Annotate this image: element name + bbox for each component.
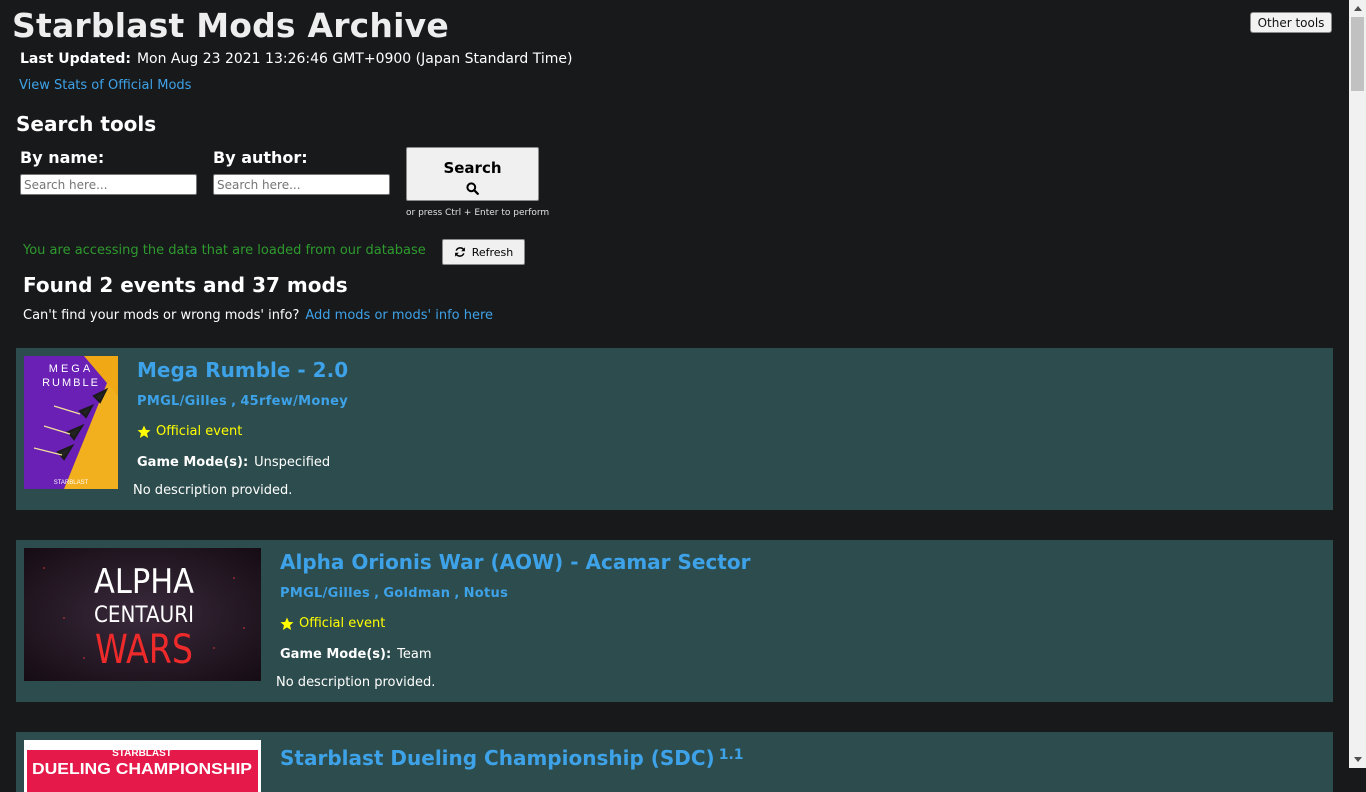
- mod-title-link[interactable]: Alpha Orionis War (AOW) - Acamar Sector: [280, 550, 750, 574]
- results-count: Found 2 events and 37 mods: [23, 273, 348, 297]
- refresh-button[interactable]: Refresh: [442, 239, 525, 265]
- last-updated: Last Updated: Mon Aug 23 2021 13:26:46 GM…: [20, 51, 572, 67]
- by-author-label: By author:: [213, 148, 308, 167]
- missing-mods-text: Can't find your mods or wrong mods' info…: [23, 308, 300, 323]
- mod-description: No description provided.: [276, 675, 436, 690]
- mod-title-text: Starblast Dueling Championship (SDC): [280, 746, 715, 770]
- search-button-label: Search: [443, 159, 502, 177]
- author-link[interactable]: Notus: [464, 586, 509, 601]
- thumbnail-title-line: WARS: [95, 627, 193, 673]
- refresh-icon: [454, 247, 465, 257]
- other-tools-button[interactable]: Other tools: [1250, 12, 1332, 33]
- thumbnail-title-line: DUELING CHAMPIONSHIP: [32, 761, 252, 778]
- refresh-button-label: Refresh: [471, 245, 514, 259]
- thumbnail-title-line: CENTAURI: [94, 603, 194, 628]
- game-mode: Game Mode(s): Team: [280, 647, 432, 662]
- mod-description: No description provided.: [133, 483, 293, 498]
- mod-title-link[interactable]: Mega Rumble - 2.0: [137, 358, 348, 382]
- search-icon: [466, 182, 479, 195]
- star-icon: [137, 425, 151, 438]
- author-link[interactable]: PMGL/Gilles: [137, 394, 227, 409]
- scrollbar-thumb[interactable]: [1351, 17, 1364, 91]
- mod-authors: PMGL/Gilles, Goldman, Notus: [280, 586, 509, 601]
- official-event-badge: Official event: [137, 424, 242, 439]
- game-mode-label: Game Mode(s):: [280, 647, 392, 662]
- search-author-input[interactable]: [213, 174, 390, 195]
- official-event-label: Official event: [156, 424, 243, 439]
- author-link[interactable]: PMGL/Gilles: [280, 586, 370, 601]
- mod-thumbnail[interactable]: STARBLAST DUELING CHAMPIONSHIP: [24, 740, 261, 792]
- view-stats-link[interactable]: View Stats of Official Mods: [19, 78, 191, 93]
- vertical-scrollbar[interactable]: [1349, 0, 1366, 768]
- mod-thumbnail[interactable]: MEGA RUMBLE STARBLAST: [24, 356, 118, 489]
- search-button[interactable]: Search: [406, 147, 539, 201]
- author-link[interactable]: 45rfew/Money: [240, 394, 348, 409]
- thumbnail-title-line: ALPHA: [94, 562, 194, 602]
- page-title: Starblast Mods Archive: [12, 6, 449, 45]
- game-mode-label: Game Mode(s):: [137, 455, 249, 470]
- mod-title-link[interactable]: Starblast Dueling Championship (SDC) 1.1: [280, 746, 744, 770]
- scroll-down-arrow-icon[interactable]: [1349, 751, 1366, 768]
- game-mode-value: Team: [397, 647, 432, 662]
- game-mode: Game Mode(s): Unspecified: [137, 455, 330, 470]
- official-event-badge: Official event: [280, 616, 385, 631]
- star-icon: [280, 617, 294, 630]
- last-updated-label: Last Updated:: [20, 51, 131, 67]
- mod-thumbnail[interactable]: ALPHA CENTAURI WARS: [24, 548, 261, 681]
- database-status-message: You are accessing the data that are load…: [23, 243, 426, 258]
- author-link[interactable]: Goldman: [383, 586, 450, 601]
- mod-card: ALPHA CENTAURI WARS Alpha Orionis War (A…: [16, 540, 1333, 702]
- thumbnail-footer: STARBLAST: [54, 480, 89, 486]
- scroll-up-arrow-icon[interactable]: [1349, 0, 1366, 17]
- mod-version: 1.1: [718, 747, 744, 763]
- game-mode-value: Unspecified: [254, 455, 331, 470]
- by-name-label: By name:: [20, 148, 105, 167]
- mod-card: MEGA RUMBLE STARBLAST Mega Rumble - 2.0 …: [16, 348, 1333, 510]
- official-event-label: Official event: [299, 616, 386, 631]
- mod-authors: PMGL/Gilles, 45rfew/Money: [137, 394, 349, 409]
- thumbnail-title-line: MEGA: [49, 363, 93, 375]
- thumbnail-title-line: STARBLAST: [112, 748, 172, 759]
- search-name-input[interactable]: [20, 174, 197, 195]
- missing-mods-prompt: Can't find your mods or wrong mods' info…: [23, 308, 493, 323]
- search-hint: or press Ctrl + Enter to perform: [406, 208, 550, 218]
- search-tools-heading: Search tools: [16, 112, 157, 136]
- add-mods-link[interactable]: Add mods or mods' info here: [305, 308, 493, 323]
- last-updated-value: Mon Aug 23 2021 13:26:46 GMT+0900 (Japan…: [136, 51, 573, 67]
- thumbnail-title-line: RUMBLE: [42, 377, 100, 389]
- mod-card: STARBLAST DUELING CHAMPIONSHIP Starblast…: [16, 732, 1333, 792]
